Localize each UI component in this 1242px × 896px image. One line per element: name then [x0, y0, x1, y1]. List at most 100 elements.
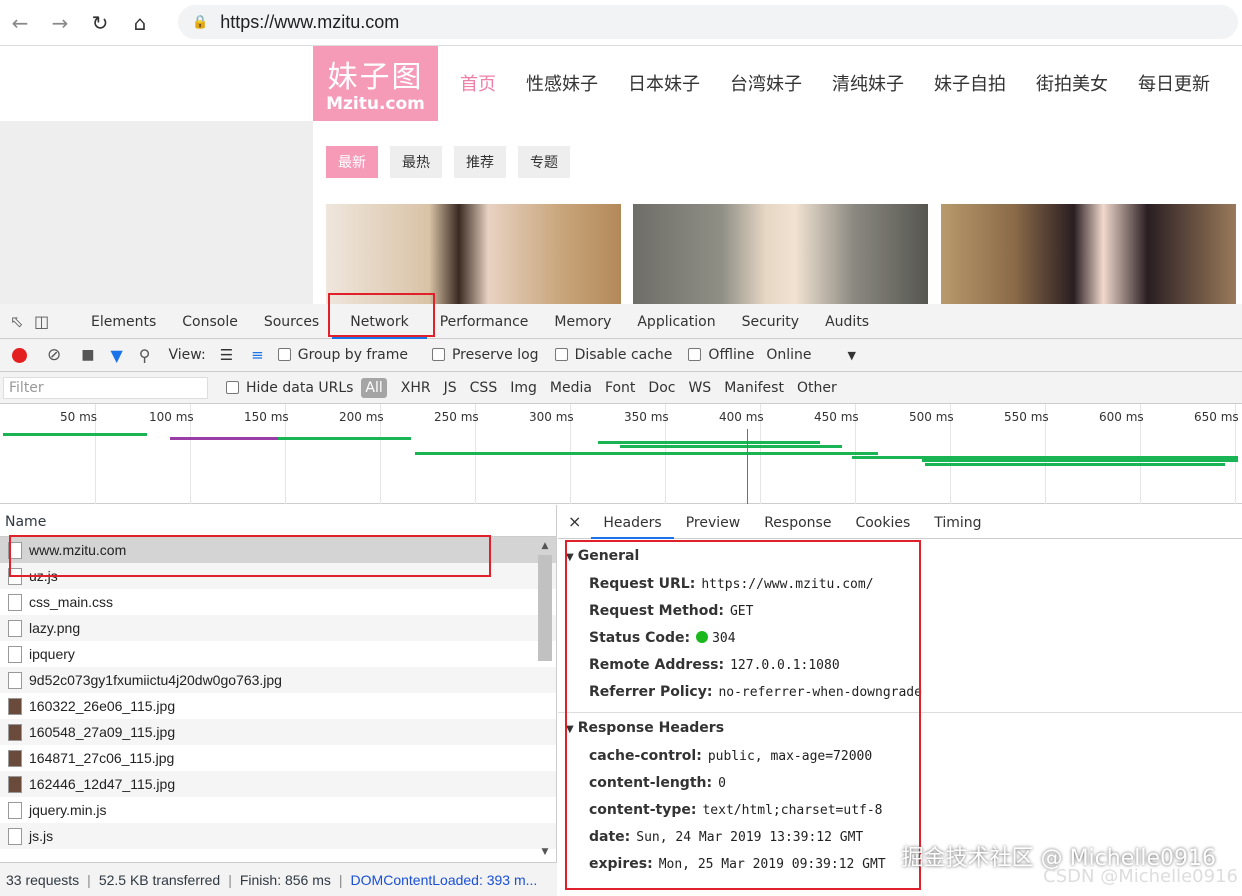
- filter-type-xhr[interactable]: XHR: [401, 380, 431, 396]
- tab-performance[interactable]: Performance: [427, 304, 542, 339]
- nav-item[interactable]: 台湾妹子: [730, 70, 802, 96]
- tab-recommended[interactable]: 推荐: [454, 146, 506, 178]
- devtools-tabbar: ⬁ ◫ Elements Console Sources Network Per…: [0, 304, 1242, 339]
- tab-preview[interactable]: Preview: [674, 505, 753, 539]
- filter-type-js[interactable]: JS: [444, 380, 457, 396]
- reload-icon[interactable]: ↻: [80, 3, 120, 43]
- filter-icon[interactable]: ▼: [110, 346, 122, 365]
- finish-time: Finish: 856 ms: [239, 871, 331, 888]
- content-area: 最新 最热 推荐 专题: [313, 121, 1242, 304]
- gallery-thumbnail[interactable]: [326, 204, 621, 304]
- clear-icon[interactable]: ⊘: [47, 345, 61, 365]
- timeline-bar: [598, 441, 820, 444]
- timeline-tick-label: 650 ms: [1194, 410, 1239, 424]
- tab-elements[interactable]: Elements: [78, 304, 169, 339]
- request-name: 162446_12d47_115.jpg: [29, 776, 176, 792]
- address-bar[interactable]: 🔒 https://www.mzitu.com: [178, 5, 1238, 39]
- nav-item[interactable]: 清纯妹子: [832, 70, 904, 96]
- timeline-tick-label: 100 ms: [149, 410, 194, 424]
- filter-type-media[interactable]: Media: [550, 380, 592, 396]
- nav-item[interactable]: 妹子自拍: [934, 70, 1006, 96]
- nav-item[interactable]: 性感妹子: [526, 70, 598, 96]
- tab-timing[interactable]: Timing: [922, 505, 993, 539]
- request-row[interactable]: 160548_27a09_115.jpg: [0, 719, 556, 745]
- preserve-log-checkbox[interactable]: Preserve log: [431, 347, 539, 363]
- capture-screenshots-icon[interactable]: ■: [81, 347, 94, 363]
- filter-type-manifest[interactable]: Manifest: [724, 380, 784, 396]
- back-icon[interactable]: ←: [0, 3, 40, 43]
- request-row[interactable]: lazy.png: [0, 615, 556, 641]
- inspect-element-icon[interactable]: ⬁: [10, 312, 34, 331]
- timeline-tick-label: 400 ms: [719, 410, 764, 424]
- request-list: www.mzitu.com uz.js css_main.css lazy.png ip…: [0, 537, 556, 849]
- network-overview-timeline[interactable]: 50 ms 100 ms 150 ms 200 ms 250 ms 300 ms…: [0, 404, 1242, 504]
- request-row[interactable]: 9d52c073gy1fxumiictu4j20dw0go763.jpg: [0, 667, 556, 693]
- nav-item[interactable]: 日本妹子: [628, 70, 700, 96]
- gallery-thumbnail[interactable]: [941, 204, 1236, 304]
- request-row[interactable]: css_main.css: [0, 589, 556, 615]
- close-icon[interactable]: ×: [558, 512, 591, 531]
- request-name: 164871_27c06_115.jpg: [29, 750, 175, 766]
- tab-hottest[interactable]: 最热: [390, 146, 442, 178]
- details-tabbar: × Headers Preview Response Cookies Timin…: [558, 505, 1242, 539]
- search-icon[interactable]: ⚲: [139, 346, 151, 365]
- file-icon: [8, 619, 22, 637]
- filter-type-all[interactable]: All: [361, 377, 387, 398]
- site-logo[interactable]: 妹子图 Mzitu.com: [313, 46, 438, 121]
- filter-type-img[interactable]: Img: [510, 380, 537, 396]
- scroll-up-icon[interactable]: ▲: [538, 541, 552, 555]
- request-row[interactable]: jquery.min.js: [0, 797, 556, 823]
- timeline-bar: [922, 459, 1238, 462]
- disable-cache-checkbox[interactable]: Disable cache: [554, 347, 672, 363]
- browser-toolbar: ← → ↻ ⌂ 🔒 https://www.mzitu.com: [0, 0, 1242, 46]
- tab-audits[interactable]: Audits: [812, 304, 882, 339]
- tab-response[interactable]: Response: [752, 505, 843, 539]
- image-file-icon: [8, 775, 22, 793]
- request-row[interactable]: 162446_12d47_115.jpg: [0, 771, 556, 797]
- timeline-bar: [278, 437, 411, 440]
- request-row[interactable]: js.js: [0, 823, 556, 849]
- nav-item-home[interactable]: 首页: [460, 70, 496, 96]
- filter-type-doc[interactable]: Doc: [648, 380, 675, 396]
- tab-console[interactable]: Console: [169, 304, 251, 339]
- record-icon[interactable]: [12, 347, 27, 363]
- timeline-bar: [170, 437, 278, 440]
- gallery-thumbnail[interactable]: [633, 204, 928, 304]
- domcontentloaded-marker: [747, 429, 748, 504]
- throttling-select[interactable]: Online ▼: [766, 347, 856, 363]
- filter-type-other[interactable]: Other: [797, 380, 837, 396]
- name-column-header[interactable]: Name: [0, 505, 556, 537]
- tab-headers[interactable]: Headers: [591, 505, 674, 539]
- logo-subtitle: Mzitu.com: [326, 94, 425, 114]
- group-by-frame-checkbox[interactable]: Group by frame: [277, 347, 408, 363]
- hide-data-urls-checkbox[interactable]: Hide data URLs: [226, 380, 353, 396]
- scroll-down-icon[interactable]: ▼: [538, 847, 552, 857]
- filter-type-font[interactable]: Font: [605, 380, 635, 396]
- nav-item[interactable]: 街拍美女: [1036, 70, 1108, 96]
- web-page: 妹子图 Mzitu.com 首页 性感妹子 日本妹子 台湾妹子 清纯妹子 妹子自…: [0, 46, 1242, 304]
- tab-topics[interactable]: 专题: [518, 146, 570, 178]
- waterfall-icon[interactable]: ≡: [251, 346, 264, 364]
- tab-memory[interactable]: Memory: [541, 304, 624, 339]
- tab-sources[interactable]: Sources: [251, 304, 332, 339]
- scrollbar[interactable]: ▲ ▼: [538, 541, 552, 857]
- tab-security[interactable]: Security: [729, 304, 813, 339]
- home-icon[interactable]: ⌂: [120, 3, 160, 43]
- request-row[interactable]: 160322_26e06_115.jpg: [0, 693, 556, 719]
- tab-newest[interactable]: 最新: [326, 146, 378, 178]
- filter-type-ws[interactable]: WS: [688, 380, 711, 396]
- filter-input[interactable]: Filter: [3, 376, 208, 399]
- request-row[interactable]: 164871_27c06_115.jpg: [0, 745, 556, 771]
- tab-cookies[interactable]: Cookies: [843, 505, 922, 539]
- nav-item[interactable]: 每日更新: [1138, 70, 1210, 96]
- device-toolbar-icon[interactable]: ◫: [34, 312, 58, 331]
- request-row[interactable]: ipquery: [0, 641, 556, 667]
- filter-type-css[interactable]: CSS: [470, 380, 498, 396]
- filter-bar: Filter Hide data URLs All XHR JS CSS Img…: [0, 372, 1242, 404]
- tab-application[interactable]: Application: [624, 304, 728, 339]
- forward-icon[interactable]: →: [40, 3, 80, 43]
- large-rows-icon[interactable]: ☰: [220, 346, 233, 364]
- scroll-thumb[interactable]: [538, 555, 552, 661]
- request-name: js.js: [29, 828, 54, 844]
- offline-checkbox[interactable]: Offline: [688, 347, 754, 363]
